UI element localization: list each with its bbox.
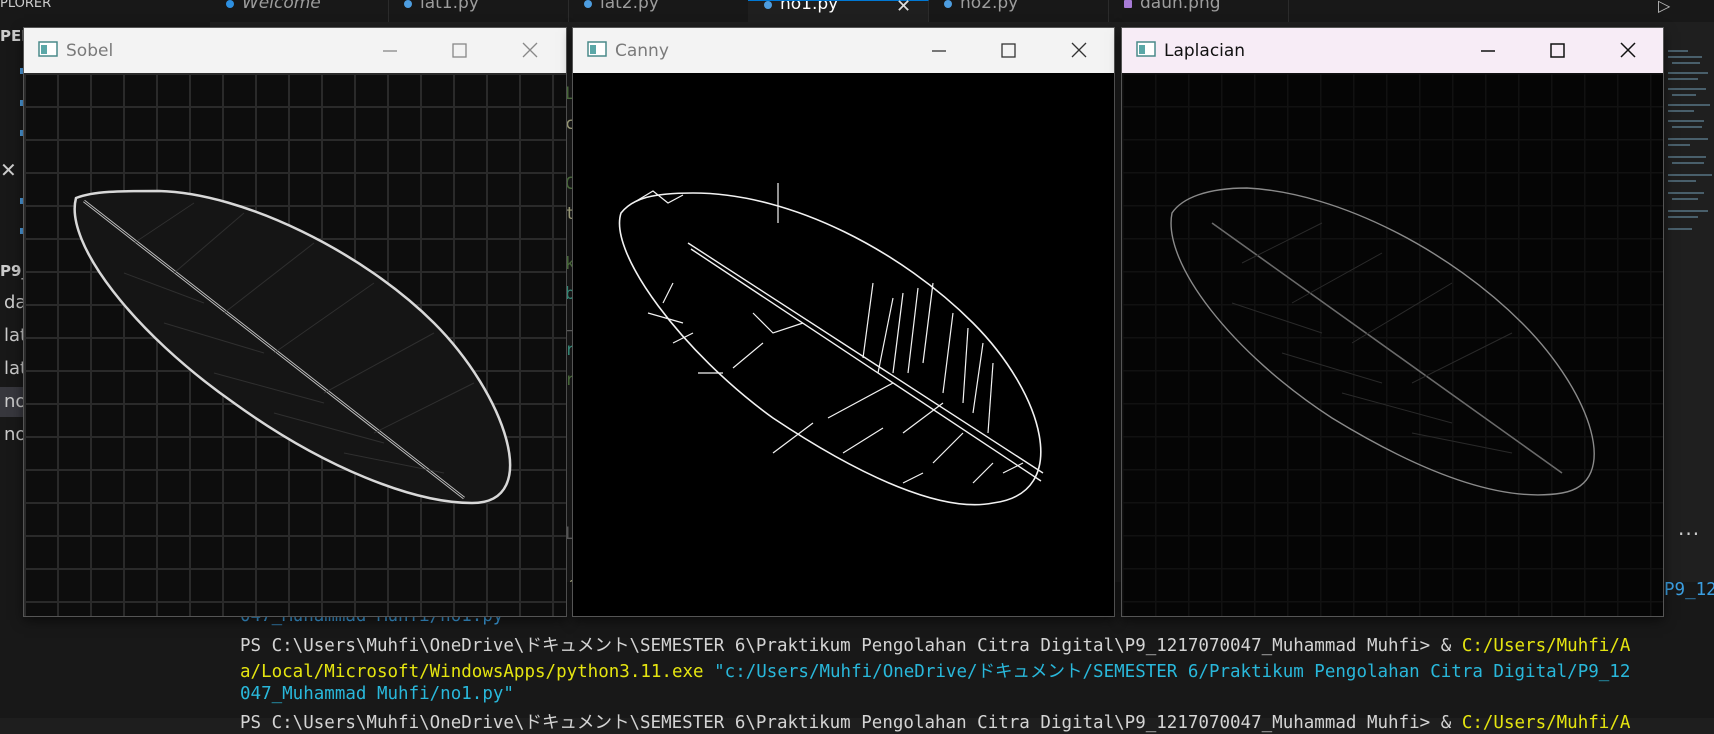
maximize-icon[interactable] [988,36,1028,66]
image-file-icon [1124,0,1132,8]
terminal-line: PS C:\Users\Muhfi\OneDrive\ドキュメント\SEMEST… [240,636,1631,656]
window-title: Laplacian [1164,41,1246,61]
opencv-window-icon [587,41,607,57]
minimize-icon[interactable] [1467,36,1507,66]
explorer-header-partial: PLORER [0,0,52,11]
laplacian-window[interactable]: Laplacian [1122,28,1663,616]
maximize-icon[interactable] [439,36,479,66]
close-icon[interactable]: ✕ [896,0,911,17]
python-file-icon [944,0,952,8]
window-titlebar[interactable]: Canny [573,28,1114,73]
sobel-image [24,73,566,616]
tab-lat2[interactable]: lat2.py [568,0,749,22]
close-icon[interactable]: ✕ [0,158,17,182]
tab-lat1[interactable]: lat1.py [388,0,569,22]
python-file-icon [404,0,412,8]
python-file-icon [584,0,592,8]
python-file-icon [764,1,772,9]
minimize-icon[interactable] [918,36,958,66]
tab-daun-png[interactable]: daun.png [1108,0,1289,22]
minimap[interactable] [1666,46,1714,246]
tab-welcome[interactable]: Welcome [210,0,389,22]
terminal-line: a/Local/Microsoft/WindowsApps/python3.11… [240,662,1631,682]
canny-window[interactable]: Canny [573,28,1114,616]
canny-image [573,73,1114,616]
opencv-window-icon [1136,41,1156,57]
sobel-window[interactable]: Sobel [24,28,566,616]
window-titlebar[interactable]: Sobel [24,28,566,73]
window-title: Canny [615,41,669,61]
opencv-window-icon [38,41,58,57]
vscode-logo-icon [226,0,234,8]
laplacian-image [1122,73,1663,616]
window-titlebar[interactable]: Laplacian [1122,28,1663,73]
run-icon[interactable]: ▷ [1658,0,1670,15]
more-actions-icon[interactable]: ··· [1678,522,1700,546]
tab-no2[interactable]: no2.py [928,0,1109,22]
editor-tab-bar: Welcome lat1.py lat2.py no1.py no2.py da… [210,0,1714,23]
minimize-icon[interactable] [369,36,409,66]
terminal-line: PS C:\Users\Muhfi\OneDrive\ドキュメント\SEMEST… [240,713,1631,733]
close-window-icon[interactable] [1059,36,1099,66]
close-window-icon[interactable] [510,36,550,66]
terminal-line-partial: P9_12 [1664,580,1714,600]
window-title: Sobel [66,41,114,61]
close-window-icon[interactable] [1608,36,1648,66]
maximize-icon[interactable] [1537,36,1577,66]
terminal-line: 047_Muhammad Muhfi/no1.py" [240,684,514,704]
